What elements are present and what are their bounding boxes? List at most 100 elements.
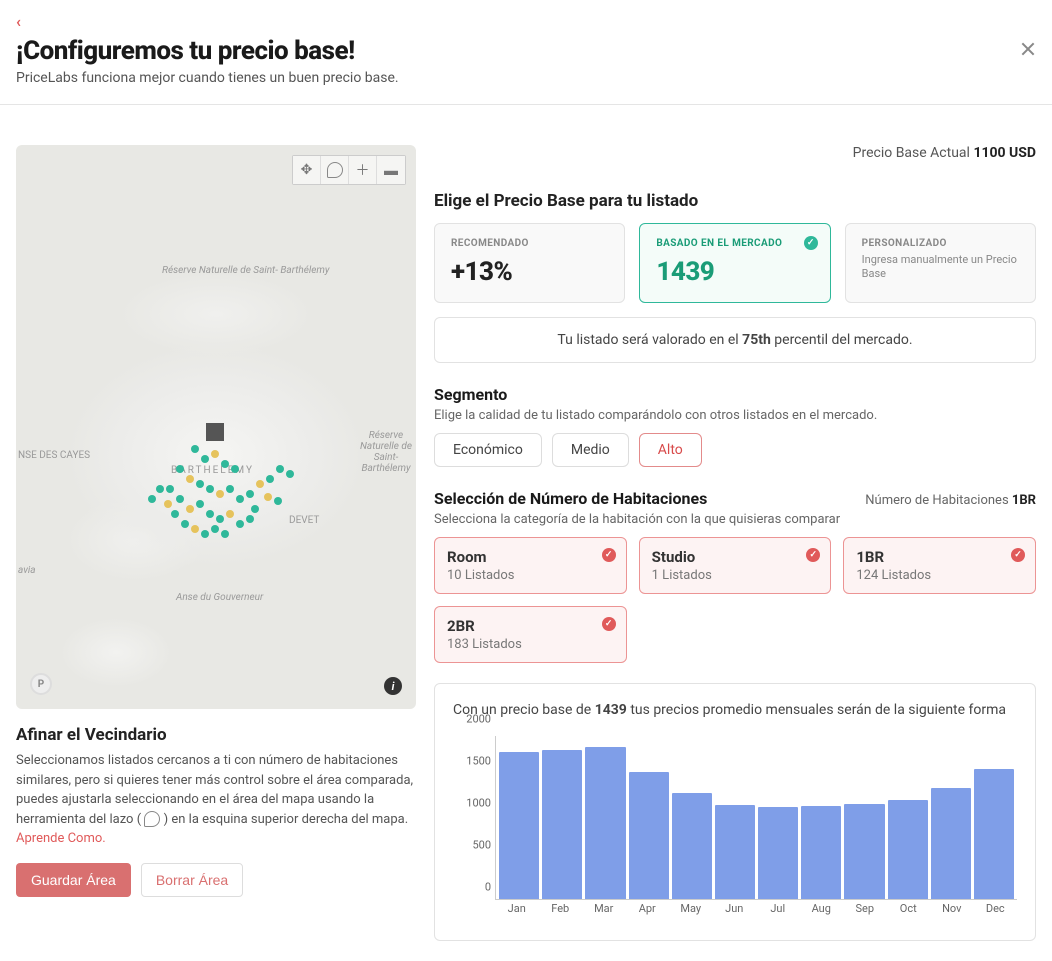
chart-bar — [585, 747, 625, 899]
map-listing-dot[interactable] — [221, 530, 229, 538]
map-listing-dot[interactable] — [196, 480, 204, 488]
map-listing-dot[interactable] — [211, 525, 219, 533]
card-market[interactable]: BASADO EN EL MERCADO 1439 — [639, 223, 830, 303]
check-icon — [602, 617, 616, 631]
map-listing-marker[interactable] — [206, 423, 224, 441]
map-listing-dot[interactable] — [266, 475, 274, 483]
close-icon[interactable] — [1020, 42, 1034, 56]
segment-option-medio[interactable]: Medio — [552, 433, 629, 467]
bedroom-card-title: Studio — [652, 548, 819, 566]
map-listing-dot[interactable] — [191, 525, 199, 533]
chart-bar — [931, 788, 971, 899]
bedrooms-meta: Número de Habitaciones 1BR — [865, 493, 1036, 508]
map-listing-dot[interactable] — [176, 465, 184, 473]
map-listing-dot[interactable] — [216, 515, 224, 523]
check-icon — [602, 548, 616, 562]
percentile-box: Tu listado será valorado en el 75th perc… — [434, 317, 1036, 363]
bedroom-card-sub: 124 Listados — [856, 568, 1023, 583]
map-listing-dot[interactable] — [206, 485, 214, 493]
map-listing-dot[interactable] — [186, 475, 194, 483]
chart-bar — [629, 772, 669, 899]
map-listing-dot[interactable] — [176, 495, 184, 503]
chart-y-axis: 0500100015002000 — [453, 732, 495, 900]
segment-buttons: Económico Medio Alto — [434, 433, 1036, 467]
save-area-button[interactable]: Guardar Área — [16, 863, 131, 897]
map-listing-dot[interactable] — [276, 465, 284, 473]
card-recommended[interactable]: RECOMENDADO +13% — [434, 223, 625, 303]
bedroom-card-1br[interactable]: 1BR 124 Listados — [843, 537, 1036, 594]
map-listing-dot[interactable] — [196, 500, 204, 508]
map-listing-dot[interactable] — [191, 445, 199, 453]
map-listing-dot[interactable] — [211, 450, 219, 458]
percentile-post: percentil del mercado. — [771, 332, 913, 348]
percentile-value: 75th — [742, 332, 771, 348]
card-custom-label: PERSONALIZADO — [862, 238, 1019, 249]
map-listing-dot[interactable] — [164, 500, 172, 508]
map-pan-icon[interactable]: ✥ — [293, 156, 321, 184]
map-label-avia: avia — [18, 565, 36, 576]
map-listing-dot[interactable] — [226, 485, 234, 493]
learn-how-link[interactable]: Aprende Como. — [16, 831, 106, 846]
current-price-label: Precio Base Actual — [853, 145, 970, 161]
map-listing-dot[interactable] — [201, 530, 209, 538]
card-custom[interactable]: PERSONALIZADO Ingresa manualmente un Pre… — [845, 223, 1036, 303]
map-listing-dot[interactable] — [206, 510, 214, 518]
chart-y-tick: 1500 — [466, 755, 491, 768]
bedroom-card-sub: 10 Listados — [447, 568, 614, 583]
map-listing-dot[interactable] — [166, 485, 174, 493]
map-listing-dot[interactable] — [221, 460, 229, 468]
segment-option-económico[interactable]: Económico — [434, 433, 542, 467]
map-listing-dot[interactable] — [231, 465, 239, 473]
map-listing-dot[interactable] — [181, 520, 189, 528]
bedrooms-heading: Selección de Número de Habitaciones — [434, 489, 707, 508]
map-listing-dot[interactable] — [236, 520, 244, 528]
map-info-icon[interactable]: i — [384, 677, 402, 695]
page-title: ¡Configuremos tu precio base! — [16, 36, 1036, 66]
percentile-pre: Tu listado será valorado en el — [557, 332, 742, 348]
segment-option-alto[interactable]: Alto — [639, 433, 702, 467]
bedroom-card-title: 1BR — [856, 548, 1023, 566]
bedroom-card-2br[interactable]: 2BR183 Listados — [434, 606, 627, 663]
map-listing-dot[interactable] — [274, 497, 282, 505]
map-listing-dot[interactable] — [236, 495, 244, 503]
map-zoom-out-icon[interactable]: ▬ — [377, 156, 405, 184]
bedroom-card-room[interactable]: Room10 Listados — [434, 537, 627, 594]
map-listing-dot[interactable] — [156, 485, 164, 493]
map-listing-dot[interactable] — [264, 493, 272, 501]
chart-caption: Con un precio base de 1439 tus precios p… — [453, 702, 1017, 718]
map-label-anse: Anse du Gouverneur — [176, 592, 263, 603]
page-subtitle: PriceLabs funciona mejor cuando tienes u… — [16, 70, 1036, 86]
chart-bar — [888, 800, 928, 899]
map-listing-dot[interactable] — [226, 510, 234, 518]
map-listing-dot[interactable] — [148, 495, 156, 503]
map-listing-dot[interactable] — [186, 505, 194, 513]
segment-heading: Segmento — [434, 385, 1036, 404]
chart-bar — [801, 806, 841, 899]
card-recommended-value: +13% — [451, 257, 608, 287]
chart-x-label: Feb — [539, 902, 583, 922]
map-listing-dot[interactable] — [246, 490, 254, 498]
map-listing-dot[interactable] — [171, 510, 179, 518]
price-cards: RECOMENDADO +13% BASADO EN EL MERCADO 14… — [434, 223, 1036, 303]
bedroom-card-sub: 183 Listados — [447, 637, 614, 652]
lasso-icon — [144, 811, 160, 827]
monthly-price-chart: 0500100015002000 JanFebMarAprMayJunJulAu… — [453, 732, 1017, 922]
chart-x-label: May — [669, 902, 713, 922]
back-arrow-icon[interactable]: ‹ — [16, 14, 1036, 30]
map-zoom-in-icon[interactable]: ＋ — [349, 156, 377, 184]
map-label-reserve-2: Réserve Naturelle de Saint- Barthélemy — [356, 430, 416, 474]
map[interactable]: Réserve Naturelle de Saint- Barthélemy R… — [16, 145, 416, 709]
map-listing-dot[interactable] — [216, 490, 224, 498]
check-icon — [1011, 548, 1025, 562]
map-listing-dot[interactable] — [256, 480, 264, 488]
check-icon — [804, 236, 818, 250]
map-listing-dot[interactable] — [201, 455, 209, 463]
chart-x-label: Jul — [756, 902, 800, 922]
map-lasso-icon[interactable] — [321, 156, 349, 184]
bedrooms-meta-label: Número de Habitaciones — [865, 493, 1008, 508]
bedroom-card-studio[interactable]: Studio1 Listados — [639, 537, 832, 594]
clear-area-button[interactable]: Borrar Área — [141, 863, 243, 897]
map-listing-dot[interactable] — [251, 505, 259, 513]
map-listing-dot[interactable] — [246, 515, 254, 523]
map-listing-dot[interactable] — [286, 470, 294, 478]
